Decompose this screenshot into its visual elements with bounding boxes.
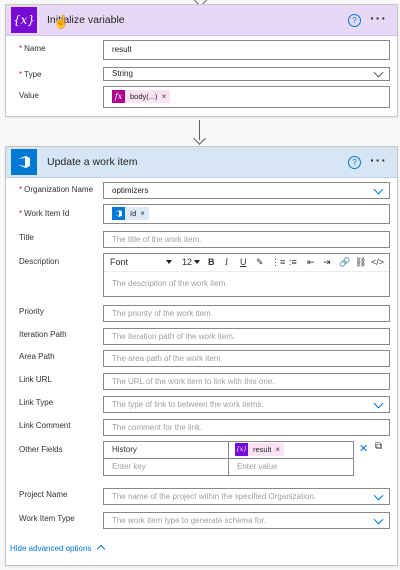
priority-label: Priority [19, 307, 44, 316]
card-header[interactable]: Update a work item ? ··· [6, 147, 397, 178]
iteration-path-label: Iteration Path [19, 330, 67, 339]
chevron-down-icon [373, 67, 384, 78]
other-fields-label: Other Fields [19, 445, 63, 454]
work-item-id-label: * Work Item Id [19, 209, 70, 218]
link-icon[interactable]: 🔗 [339, 256, 350, 268]
description-placeholder: The description of the work item. [112, 279, 228, 288]
organization-select[interactable]: optimizers [103, 182, 390, 199]
value-input[interactable]: fx body(...) × [103, 86, 390, 108]
project-name-label: Project Name [19, 490, 68, 499]
decrease-indent-icon[interactable]: ⇤ [307, 256, 315, 268]
link-url-label: Link URL [19, 375, 52, 384]
id-token[interactable]: Id × [112, 207, 149, 220]
card-title[interactable]: Update a work item [47, 156, 137, 168]
result-token[interactable]: {x} result × [235, 442, 285, 458]
type-label: * Type [19, 70, 42, 79]
chevron-down-icon [373, 514, 384, 525]
enter-key-input[interactable]: Enter key [103, 458, 229, 476]
enter-value-input[interactable]: Enter value [228, 458, 354, 476]
unlink-icon[interactable]: ⛓ [355, 256, 366, 268]
fx-icon: fx [112, 90, 125, 103]
link-comment-input[interactable]: The comment for the link. [103, 419, 390, 436]
chevron-down-icon [373, 184, 384, 195]
connector-arrow-icon [193, 132, 206, 145]
title-input[interactable]: The title of the work item. [103, 231, 390, 248]
azure-devops-icon [11, 149, 37, 175]
description-editor[interactable]: Font 12 B I U ✎ ⋮≡ :≡ ⇤ ⇥ 🔗 ⛓ </> The de… [103, 253, 390, 297]
underline-icon[interactable]: U [240, 256, 247, 268]
help-icon[interactable]: ? [348, 156, 361, 169]
bold-icon[interactable]: B [208, 256, 215, 268]
name-label: * Name [19, 44, 46, 53]
work-item-type-select[interactable]: The work item type to generate schema fo… [103, 512, 390, 529]
font-family-select[interactable]: Font [110, 257, 172, 268]
hide-advanced-options-link[interactable]: Hide advanced options [10, 544, 105, 554]
organization-label: * Organization Name [19, 185, 94, 194]
remove-token-icon[interactable]: × [162, 89, 167, 104]
italic-icon[interactable]: I [225, 256, 228, 268]
increase-indent-icon[interactable]: ⇥ [323, 256, 331, 268]
expression-token[interactable]: fx body(...) × [112, 89, 171, 104]
key-input[interactable]: History [103, 441, 229, 459]
iteration-path-input[interactable]: The iteration path of the work item. [103, 328, 390, 345]
numbered-list-icon[interactable]: ⋮≡ [271, 256, 285, 268]
value-label: Value [19, 91, 39, 100]
more-options-icon[interactable]: ··· [370, 152, 387, 168]
switch-to-text-mode-icon[interactable]: ⧉ [375, 441, 382, 452]
type-select[interactable]: String [103, 67, 390, 81]
description-label: Description [19, 257, 60, 266]
work-item-id-input[interactable]: Id × [103, 204, 390, 224]
chevron-down-icon [373, 398, 384, 409]
remove-token-icon[interactable]: × [275, 442, 280, 458]
link-type-label: Link Type [19, 398, 54, 407]
font-size-select[interactable]: 12 [182, 257, 200, 267]
more-options-icon[interactable]: ··· [370, 10, 387, 26]
mouse-cursor-icon: ☝ [53, 14, 70, 29]
highlight-pen-icon[interactable]: ✎ [256, 256, 264, 268]
remove-row-icon[interactable]: ✕ [359, 442, 368, 455]
value-input[interactable]: {x} result × [228, 441, 354, 459]
remove-token-icon[interactable]: × [140, 206, 145, 221]
bullet-list-icon[interactable]: :≡ [289, 256, 297, 268]
link-comment-label: Link Comment [19, 421, 71, 430]
title-label: Title [19, 233, 34, 242]
variable-icon: {x} [11, 7, 37, 33]
area-path-label: Area Path [19, 352, 55, 361]
area-path-input[interactable]: The area path of the work item. [103, 350, 390, 367]
name-input[interactable]: result [103, 40, 390, 60]
project-name-select[interactable]: The name of the project within the speci… [103, 488, 390, 505]
work-item-type-label: Work Item Type [19, 514, 75, 523]
update-work-item-card: Update a work item ? ··· * Organization N… [5, 146, 398, 566]
link-type-select[interactable]: The type of link to between the work ite… [103, 396, 390, 413]
chevron-down-icon [373, 490, 384, 501]
help-icon[interactable]: ? [348, 14, 361, 27]
chevron-up-icon [96, 544, 105, 554]
rich-text-toolbar: Font 12 B I U ✎ ⋮≡ :≡ ⇤ ⇥ 🔗 ⛓ </> [104, 254, 389, 272]
azure-devops-icon [112, 207, 125, 220]
code-view-icon[interactable]: </> [371, 256, 384, 268]
priority-input[interactable]: The priority of the work item. [103, 305, 390, 322]
variable-icon: {x} [235, 443, 248, 456]
link-url-input[interactable]: The URL of the work item to link with th… [103, 373, 390, 390]
